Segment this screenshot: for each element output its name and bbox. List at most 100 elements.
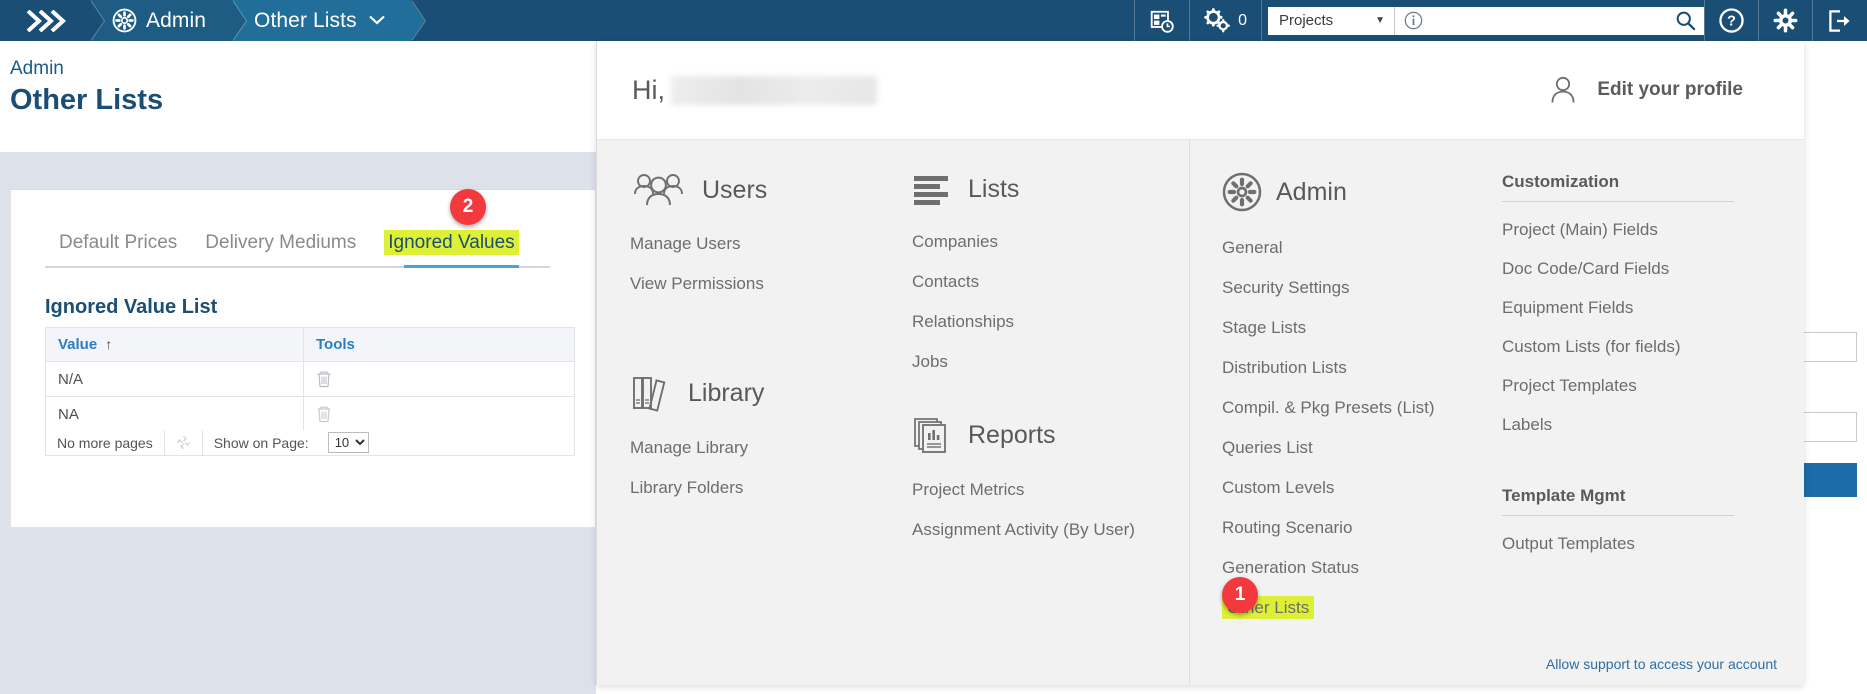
- edit-profile-label: Edit your profile: [1597, 79, 1743, 100]
- breadcrumb-other-lists[interactable]: Other Lists: [232, 0, 426, 41]
- gears-settings-button[interactable]: 0: [1190, 0, 1261, 41]
- callout-badge-2: 2: [450, 189, 486, 225]
- cell-tools: [303, 396, 575, 432]
- magnifier-icon[interactable]: [1675, 10, 1696, 31]
- search-input-wrapper[interactable]: [1394, 6, 1704, 35]
- mega-group-admin-title: Admin: [1276, 177, 1347, 206]
- menu-link-custom-lists-for-fields[interactable]: Custom Lists (for fields): [1502, 337, 1767, 357]
- top-nav-right-tools: 0 Projects ▼ ?: [1134, 0, 1867, 41]
- calendar-clock-icon[interactable]: [1135, 0, 1189, 41]
- allow-support-access-link[interactable]: Allow support to access your account: [1546, 656, 1777, 672]
- mega-group-users-header: Users: [630, 172, 912, 208]
- top-navigation-bar: Admin Other Lists 0 Projects ▼ ?: [0, 0, 1867, 41]
- tab-active-indicator: [404, 265, 519, 268]
- menu-link-output-templates[interactable]: Output Templates: [1502, 534, 1767, 554]
- chevron-down-icon[interactable]: [368, 15, 385, 25]
- column-header-value[interactable]: Value ↑: [45, 327, 304, 362]
- breadcrumb-admin-label: Admin: [146, 8, 207, 32]
- page-size-select[interactable]: 10: [327, 432, 369, 453]
- mega-group-library-header: Library: [630, 374, 912, 412]
- menu-link-project-templates[interactable]: Project Templates: [1502, 376, 1767, 396]
- app-logo-crumb[interactable]: [0, 0, 105, 41]
- menu-link-library-folders[interactable]: Library Folders: [630, 478, 912, 498]
- menu-link-labels[interactable]: Labels: [1502, 415, 1767, 435]
- gears-count-badge: 0: [1238, 11, 1247, 29]
- mega-column-lists-reports: Lists Companies Contacts Relationships J…: [912, 140, 1189, 685]
- menu-link-relationships[interactable]: Relationships: [912, 312, 1189, 332]
- info-circle-icon[interactable]: [1404, 11, 1423, 30]
- table-row[interactable]: N/A: [45, 361, 575, 397]
- menu-link-doc-code-card-fields[interactable]: Doc Code/Card Fields: [1502, 259, 1767, 279]
- search-scope-value: Projects: [1279, 12, 1334, 29]
- menu-link-equipment-fields[interactable]: Equipment Fields: [1502, 298, 1767, 318]
- logout-icon[interactable]: [1813, 0, 1867, 41]
- cell-tools: [303, 361, 575, 397]
- menu-link-stage-lists[interactable]: Stage Lists: [1222, 318, 1467, 338]
- breadcrumb-admin[interactable]: Admin: [90, 0, 248, 41]
- trash-icon[interactable]: [316, 370, 562, 388]
- search-scope-select[interactable]: Projects ▼: [1268, 6, 1394, 35]
- column-header-tools: Tools: [303, 327, 575, 362]
- menu-link-compil-pkg-presets[interactable]: Compil. & Pkg Presets (List): [1222, 398, 1467, 418]
- menu-link-other-lists[interactable]: Other Lists: [1222, 596, 1467, 619]
- mega-group-users-title: Users: [702, 175, 768, 204]
- sort-ascending-icon: ↑: [105, 336, 113, 352]
- reports-stack-icon: [912, 416, 954, 454]
- page-title: Other Lists: [10, 84, 164, 116]
- menu-link-security-settings[interactable]: Security Settings: [1222, 278, 1467, 298]
- mega-group-lists-header: Lists: [912, 172, 1189, 206]
- menu-link-jobs[interactable]: Jobs: [912, 352, 1189, 372]
- tab-ignored-values-label: Ignored Values: [384, 230, 519, 255]
- list-bars-icon: [912, 172, 954, 206]
- tab-delivery-mediums[interactable]: Delivery Mediums: [191, 232, 370, 264]
- column-header-tools-label: Tools: [316, 336, 355, 353]
- help-circle-icon[interactable]: ?: [1705, 0, 1758, 41]
- trash-icon[interactable]: [316, 405, 562, 423]
- menu-link-custom-levels[interactable]: Custom Levels: [1222, 478, 1467, 498]
- menu-link-queries-list[interactable]: Queries List: [1222, 438, 1467, 458]
- nav-divider: [1261, 0, 1262, 41]
- tab-ignored-values[interactable]: Ignored Values: [370, 230, 532, 264]
- pager-show-on-page-label: Show on Page:: [213, 434, 309, 451]
- mega-menu-body: Users Manage Users View Permissions Libr…: [597, 140, 1804, 685]
- menu-link-assignment-activity[interactable]: Assignment Activity (By User): [912, 520, 1189, 540]
- table-row[interactable]: NA: [45, 396, 575, 432]
- menu-link-project-main-fields[interactable]: Project (Main) Fields: [1502, 220, 1767, 240]
- menu-link-general[interactable]: General: [1222, 238, 1467, 258]
- cell-value: NA: [45, 396, 304, 432]
- gear-circle-icon: [1222, 172, 1262, 212]
- menu-link-routing-scenario[interactable]: Routing Scenario: [1222, 518, 1467, 538]
- user-name-redacted: [671, 75, 877, 105]
- edit-profile-button[interactable]: Edit your profile: [1545, 72, 1743, 108]
- menu-link-project-metrics[interactable]: Project Metrics: [912, 480, 1189, 500]
- cell-value: N/A: [45, 361, 304, 397]
- menu-link-manage-users[interactable]: Manage Users: [630, 234, 912, 254]
- ignored-value-list-title: Ignored Value List: [45, 296, 218, 318]
- gear-circle-icon: [112, 8, 137, 33]
- global-search-area: Projects ▼: [1268, 6, 1704, 35]
- callout-badge-1: 1: [1222, 577, 1258, 613]
- menu-link-companies[interactable]: Companies: [912, 232, 1189, 252]
- mega-menu-greeting-bar: Hi, Edit your profile: [597, 41, 1804, 140]
- greeting-text: Hi,: [632, 74, 665, 105]
- table-header-row: Value ↑ Tools: [45, 327, 575, 362]
- gear-icon[interactable]: [1759, 0, 1812, 41]
- mega-group-reports-title: Reports: [968, 420, 1056, 449]
- mega-group-library-title: Library: [688, 378, 765, 407]
- menu-link-view-permissions[interactable]: View Permissions: [630, 274, 912, 294]
- menu-link-manage-library[interactable]: Manage Library: [630, 438, 912, 458]
- pager-status: No more pages: [57, 434, 153, 451]
- menu-link-distribution-lists[interactable]: Distribution Lists: [1222, 358, 1467, 378]
- menu-link-generation-status[interactable]: Generation Status: [1222, 558, 1467, 578]
- tab-delivery-mediums-label: Delivery Mediums: [205, 232, 357, 253]
- refresh-icon[interactable]: [165, 434, 202, 451]
- menu-link-contacts[interactable]: Contacts: [912, 272, 1189, 292]
- mega-group-lists-title: Lists: [968, 174, 1020, 203]
- mega-column-customization: Customization Project (Main) Fields Doc …: [1467, 140, 1767, 685]
- chevrons-logo-icon: [26, 9, 70, 32]
- mega-column-users-library: Users Manage Users View Permissions Libr…: [597, 140, 912, 685]
- tab-default-prices[interactable]: Default Prices: [45, 232, 191, 264]
- tab-default-prices-label: Default Prices: [59, 232, 178, 253]
- subsection-customization-title: Customization: [1502, 172, 1734, 202]
- chevron-down-icon: ▼: [1375, 15, 1385, 26]
